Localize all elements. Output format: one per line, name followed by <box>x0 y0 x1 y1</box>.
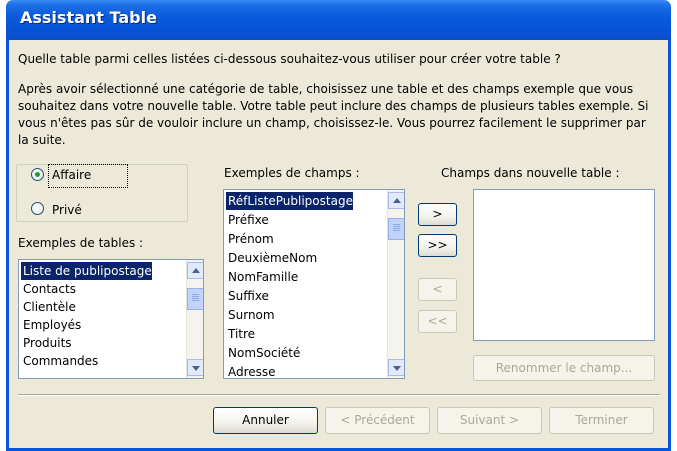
tables-listbox[interactable]: Liste de publipostage Contacts Clientèle… <box>18 259 204 379</box>
list-item[interactable]: DeuxièmeNom <box>226 249 317 267</box>
rename-field-button[interactable]: Renommer le champ... <box>473 355 655 381</box>
fields-label: Exemples de champs : <box>224 166 360 180</box>
window-title: Assistant Table <box>20 8 157 27</box>
list-item[interactable]: RéfListePublipostage <box>226 192 353 210</box>
separator <box>18 394 660 396</box>
back-button[interactable]: < Précédent <box>325 407 430 434</box>
scroll-down-button[interactable] <box>388 359 404 376</box>
fields-listbox[interactable]: RéfListePublipostage Préfixe Prénom Deux… <box>223 189 405 379</box>
add-all-fields-button[interactable]: >> <box>418 234 457 257</box>
radio-prive-label[interactable]: Privé <box>52 203 82 217</box>
instructions-text: Après avoir sélectionné une catégorie de… <box>18 82 649 147</box>
list-item[interactable]: Surnom <box>226 306 275 324</box>
radio-prive[interactable] <box>31 202 44 215</box>
arrow-up-icon <box>393 198 401 203</box>
list-item[interactable]: Suffixe <box>226 287 269 305</box>
list-item[interactable]: NomFamille <box>226 268 298 286</box>
list-item[interactable]: Produits <box>21 334 72 352</box>
fields-scrollbar[interactable] <box>387 190 404 378</box>
list-item[interactable]: Employés <box>21 316 81 334</box>
list-item[interactable]: Adresse <box>226 363 276 378</box>
tables-label: Exemples de tables : <box>18 236 144 250</box>
radio-affaire-label[interactable]: Affaire <box>52 168 91 182</box>
remove-all-fields-button[interactable]: << <box>418 310 457 333</box>
tables-scrollbar[interactable] <box>186 260 203 378</box>
cancel-button[interactable]: Annuler <box>213 407 318 434</box>
list-item[interactable]: Titre <box>226 325 255 343</box>
arrow-up-icon <box>192 268 200 273</box>
radio-affaire[interactable] <box>31 168 44 181</box>
list-item[interactable]: Commandes <box>21 352 98 370</box>
scroll-thumb[interactable] <box>187 288 203 310</box>
scroll-thumb[interactable] <box>388 218 404 240</box>
next-button[interactable]: Suivant > <box>437 407 542 434</box>
list-item[interactable]: Prénom <box>226 230 274 248</box>
scroll-up-button[interactable] <box>388 192 404 209</box>
scroll-down-button[interactable] <box>187 359 203 376</box>
new-fields-listbox[interactable] <box>473 189 655 341</box>
finish-button[interactable]: Terminer <box>549 407 654 434</box>
remove-field-button[interactable]: < <box>418 278 457 301</box>
list-item[interactable]: Clientèle <box>21 298 76 316</box>
list-item[interactable]: NomSociété <box>226 344 300 362</box>
list-item[interactable]: Préfixe <box>226 211 269 229</box>
arrow-down-icon <box>192 366 200 371</box>
title-bar[interactable]: Assistant Table <box>6 0 671 40</box>
scroll-up-button[interactable] <box>187 262 203 279</box>
new-fields-label: Champs dans nouvelle table : <box>441 166 620 180</box>
list-item[interactable]: Contacts <box>21 280 76 298</box>
arrow-down-icon <box>393 366 401 371</box>
question-text: Quelle table parmi celles listées ci-des… <box>18 52 561 66</box>
add-field-button[interactable]: > <box>418 203 457 226</box>
list-item[interactable]: Liste de publipostage <box>21 262 152 280</box>
